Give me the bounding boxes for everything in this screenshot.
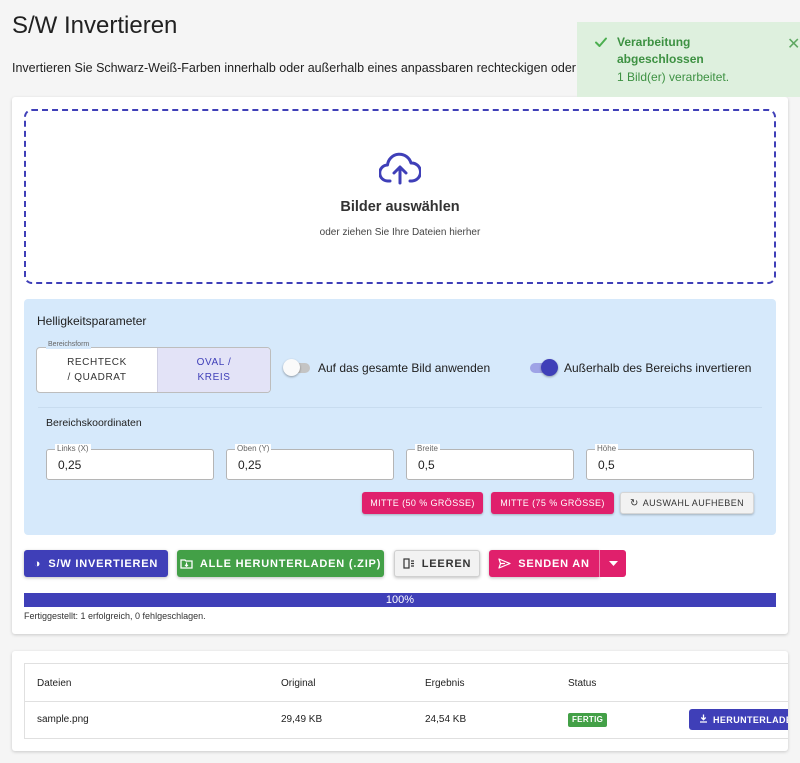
switch-thumb [283,359,300,376]
center-75-button[interactable]: MITTE (75 % GRÖSSE) [491,492,614,514]
row-divider [25,701,788,702]
header-result: Ergebnis [425,678,465,689]
header-files: Dateien [37,678,72,689]
download-all-button[interactable]: ALLE HERUNTERLADEN (.ZIP) [177,550,384,577]
left-x-field[interactable]: Links (X) 0,25 [46,444,214,480]
refresh-icon: ↻ [629,497,639,509]
row-file-name: sample.png [37,714,89,725]
invert-label: S/W INVERTIEREN [48,557,159,570]
tool-card: Bilder auswählen oder ziehen Sie Ihre Da… [12,97,788,634]
close-icon[interactable]: ✕ [787,34,800,54]
clear-button[interactable]: LEEREN [394,550,480,577]
invert-outside-switch[interactable]: Außerhalb des Bereichs invertieren [530,359,752,376]
invert-button[interactable]: ◑ S/W INVERTIEREN [24,550,168,577]
results-card: Dateien Original Ergebnis Status sample.… [12,651,788,751]
row-result-size: 24,54 KB [425,714,467,725]
toast-message: 1 Bild(er) verarbeitet. [617,70,730,84]
coordinates-box: Bereichskoordinaten Links (X) 0,25 Oben … [38,407,762,522]
dropzone-subtitle: oder ziehen Sie Ihre Dateien hierher [319,227,481,238]
field-value: 0,25 [238,458,262,472]
params-title: Helligkeitsparameter [37,314,147,328]
progress-summary: Fertiggestellt: 1 erfolgreich, 0 fehlges… [24,611,206,621]
folder-download-icon [180,558,193,569]
download-all-label: ALLE HERUNTERLADEN (.ZIP) [199,557,382,570]
shape-rectangle-button[interactable]: RECHTECK / QUADRAT [37,348,157,392]
header-status: Status [568,678,597,689]
send-to-button[interactable]: SENDEN AN [489,550,599,577]
page-title: S/W Invertieren [12,12,178,39]
switch-track [283,359,310,376]
field-value: 0,5 [598,458,615,472]
clear-list-icon [403,558,415,569]
brightness-params-panel: Helligkeitsparameter Bereichsform RECHTE… [24,299,776,535]
row-original-size: 29,49 KB [281,714,323,725]
results-table: Dateien Original Ergebnis Status sample.… [24,663,788,739]
clear-selection-label: AUSWAHL AUFHEBEN [642,498,745,508]
field-label: Breite [415,444,440,453]
check-icon [595,37,607,47]
height-field[interactable]: Höhe 0,5 [586,444,754,480]
toast-title: Verarbeitung abgeschlossen [617,35,704,66]
row-download-label: HERUNTERLADEN [713,714,788,725]
status-badge: FERTIG [568,713,608,727]
apply-whole-image-switch[interactable]: Auf das gesamte Bild anwenden [283,359,491,376]
download-icon [699,714,708,725]
send-to-label: SENDEN AN [518,557,590,570]
shape-oval-button[interactable]: OVAL / KREIS [157,348,270,392]
field-value: 0,25 [58,458,82,472]
page-description: Invertieren Sie Schwarz-Weiß-Farben inne… [12,61,576,75]
contrast-icon: ◑ [33,557,42,570]
clear-label: LEEREN [421,557,472,570]
switch-thumb [541,359,558,376]
shape-toggle-group: Bereichsform RECHTECK / QUADRAT OVAL / K… [36,341,271,393]
field-value: 0,5 [418,458,435,472]
clear-selection-button[interactable]: ↻ AUSWAHL AUFHEBEN [620,492,754,514]
switch-track [530,359,558,376]
progress-bar: 100% [24,593,776,607]
caret-down-icon [608,561,618,566]
file-dropzone[interactable]: Bilder auswählen oder ziehen Sie Ihre Da… [24,109,776,284]
field-label: Oben (Y) [235,444,272,453]
success-toast: Verarbeitung abgeschlossen 1 Bild(er) ve… [577,22,800,97]
apply-whole-image-label: Auf das gesamte Bild anwenden [318,361,491,375]
dropzone-title: Bilder auswählen [340,199,460,215]
invert-outside-label: Außerhalb des Bereichs invertieren [564,361,752,375]
field-label: Links (X) [55,444,91,453]
width-field[interactable]: Breite 0,5 [406,444,574,480]
row-download-button[interactable]: HERUNTERLADEN [689,709,788,730]
send-icon [498,558,511,569]
header-original: Original [281,678,316,689]
center-50-button[interactable]: MITTE (50 % GRÖSSE) [362,492,483,514]
field-label: Höhe [595,444,619,453]
shape-legend: Bereichsform [46,341,92,349]
top-y-field[interactable]: Oben (Y) 0,25 [226,444,394,480]
cloud-upload-icon [379,152,421,185]
coordinates-title: Bereichskoordinaten [46,417,142,429]
send-to-dropdown-button[interactable] [599,550,626,577]
